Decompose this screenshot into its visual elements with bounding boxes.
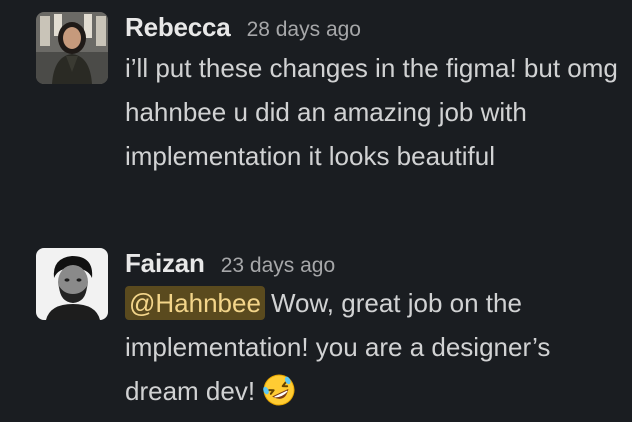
timestamp[interactable]: 28 days ago — [247, 18, 361, 42]
message-text: @Hahnbee Wow, great job on the implementa… — [125, 281, 618, 413]
message-header: Rebecca 28 days ago — [125, 12, 618, 44]
author-name[interactable]: Faizan — [125, 248, 205, 279]
avatar[interactable] — [36, 248, 108, 320]
user-photo-icon — [36, 248, 108, 320]
message-body: Faizan 23 days ago @Hahnbee Wow, great jo… — [125, 248, 618, 413]
avatar[interactable] — [36, 12, 108, 84]
user-photo-icon — [36, 12, 108, 84]
user-mention[interactable]: @Hahnbee — [125, 286, 265, 320]
message-header: Faizan 23 days ago — [125, 248, 618, 280]
author-name[interactable]: Rebecca — [125, 12, 231, 43]
rolling-on-floor-laughing-emoji-icon — [261, 372, 297, 408]
message-text: i’ll put these changes in the figma! but… — [125, 53, 618, 171]
message-body: Rebecca 28 days ago i’ll put these chang… — [125, 12, 618, 178]
timestamp[interactable]: 23 days ago — [221, 254, 335, 278]
